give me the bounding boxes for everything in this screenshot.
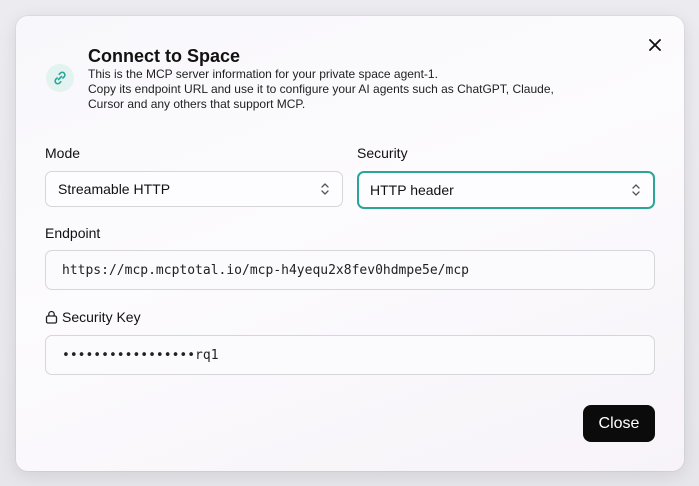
endpoint-field[interactable]: https://mcp.mcptotal.io/mcp-h4yequ2x8fev… (45, 250, 655, 290)
description-line: This is the MCP server information for y… (88, 67, 438, 81)
mode-select-value: Streamable HTTP (58, 181, 171, 197)
lock-icon (45, 310, 58, 324)
security-key-label: Security Key (45, 309, 141, 325)
security-select-value: HTTP header (370, 182, 454, 198)
security-key-field[interactable]: •••••••••••••••••rq1 (45, 335, 655, 375)
close-icon[interactable] (646, 36, 664, 54)
dialog-description: This is the MCP server information for y… (88, 67, 608, 112)
description-line: Copy its endpoint URL and use it to conf… (88, 82, 554, 96)
security-key-label-text: Security Key (62, 309, 141, 325)
chevron-up-down-icon (632, 184, 640, 196)
mode-label: Mode (45, 145, 81, 161)
security-key-value: •••••••••••••••••rq1 (62, 347, 219, 363)
mode-select[interactable]: Streamable HTTP (45, 171, 343, 207)
security-label: Security (357, 145, 408, 161)
link-icon (46, 64, 74, 92)
endpoint-label: Endpoint (45, 225, 101, 241)
security-select[interactable]: HTTP header (357, 171, 655, 209)
close-button[interactable]: Close (583, 405, 655, 442)
chevron-up-down-icon (321, 183, 329, 195)
connect-dialog: Connect to Space This is the MCP server … (16, 16, 684, 471)
endpoint-value: https://mcp.mcptotal.io/mcp-h4yequ2x8fev… (62, 262, 469, 278)
dialog-title: Connect to Space (88, 46, 241, 66)
description-line: Cursor and any others that support MCP. (88, 97, 306, 111)
